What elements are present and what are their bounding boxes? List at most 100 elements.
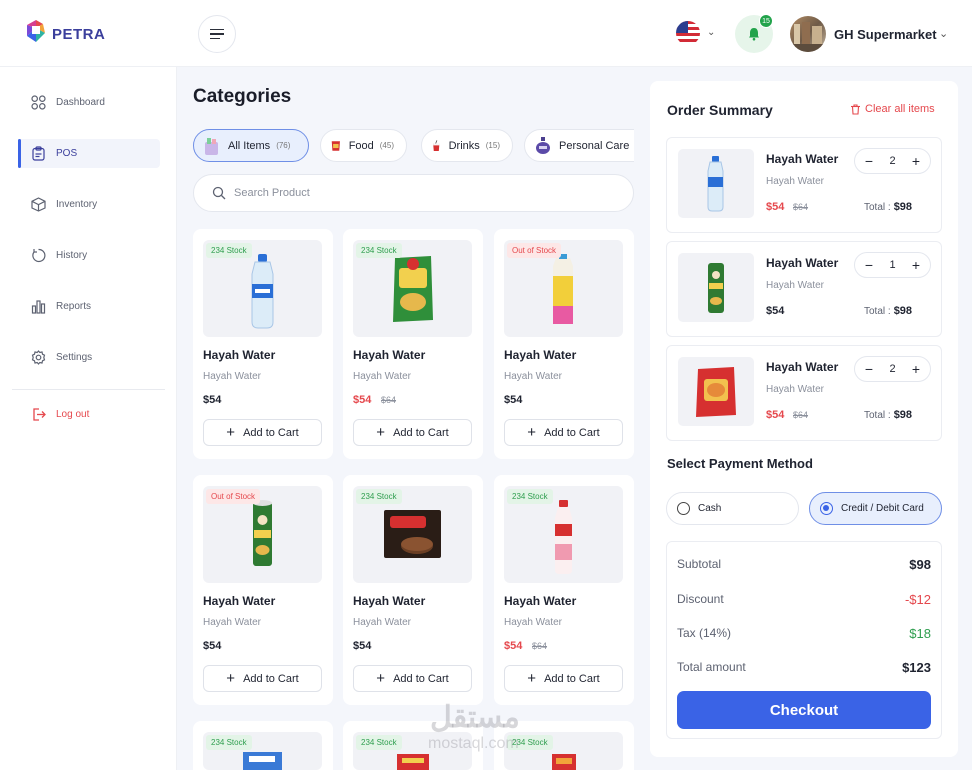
stock-badge: 234 Stock: [206, 735, 252, 750]
plus-icon: +: [226, 670, 236, 687]
order-item-total: Total : $98: [864, 305, 913, 317]
logout-icon: [30, 407, 46, 423]
product-image: 234 Stock: [353, 240, 472, 337]
sidebar-item-history[interactable]: History: [18, 241, 160, 270]
order-summary-panel: Order Summary Clear all items Hayah Wate…: [650, 81, 958, 757]
watermark-arabic: مستقل: [430, 701, 520, 734]
bar-chart-icon: [30, 299, 46, 315]
add-to-cart-button[interactable]: + Add to Cart: [504, 665, 623, 692]
petra-logo-icon: [27, 20, 45, 42]
chevron-down-icon[interactable]: ⌄: [707, 27, 715, 38]
stock-badge: 234 Stock: [356, 735, 402, 750]
product-subtitle: Hayah Water: [203, 617, 261, 628]
product-card: 234 Stock Hayah Water Hayah Water $54 $6…: [343, 229, 483, 459]
sidebar-item-label: POS: [56, 148, 78, 159]
payment-option-cash[interactable]: Cash: [666, 492, 799, 525]
discount-row: Discount -$12: [677, 592, 931, 607]
product-card: 234 Stock: [193, 721, 333, 770]
decrement-button[interactable]: −: [863, 153, 875, 169]
chip-food[interactable]: Food (45): [320, 129, 407, 162]
stock-badge: 234 Stock: [356, 489, 402, 504]
plus-icon: +: [376, 424, 386, 441]
sidebar-divider: [12, 389, 165, 390]
order-item-price: $54: [766, 201, 785, 213]
order-item-old-price: $64: [793, 410, 809, 420]
product-card: 234 Stock Hayah Water Hayah Water $54 + A…: [343, 475, 483, 705]
product-price: $54: [203, 640, 222, 652]
subtotal-row: Subtotal $98: [677, 557, 931, 572]
product-subtitle: Hayah Water: [353, 617, 411, 628]
product-card: 234 Stock Hayah Water Hayah Water $54 + A…: [193, 229, 333, 459]
stock-badge: 234 Stock: [507, 489, 553, 504]
trash-icon: [851, 103, 860, 115]
product-card: Out of Stock Hayah Water Hayah Water $54…: [494, 229, 634, 459]
radio-selected-icon[interactable]: [820, 502, 833, 515]
increment-button[interactable]: +: [910, 257, 922, 273]
product-name: Hayah Water: [353, 594, 426, 608]
store-name[interactable]: GH Supermarket: [834, 27, 937, 42]
product-price: $54: [504, 394, 523, 406]
sidebar-item-inventory[interactable]: Inventory: [18, 190, 160, 219]
increment-button[interactable]: +: [910, 361, 922, 377]
water-bottle-image: [707, 156, 724, 212]
product-subtitle: Hayah Water: [504, 617, 562, 628]
top-bar: PETRA ⌄ 15 GH Supermarket ⌄: [0, 0, 972, 67]
category-chips: All Items (76) Food (45) Drinks (15) Per…: [193, 129, 634, 162]
quantity-value: 2: [889, 155, 896, 167]
brand-logo[interactable]: PETRA: [24, 16, 105, 52]
store-avatar[interactable]: [790, 16, 826, 52]
add-to-cart-button[interactable]: + Add to Cart: [504, 419, 623, 446]
increment-button[interactable]: +: [910, 153, 922, 169]
product-image: 234 Stock: [203, 240, 322, 337]
clear-all-button[interactable]: Clear all items: [850, 103, 935, 115]
sidebar-item-pos[interactable]: POS: [18, 139, 160, 168]
chip-personal-care[interactable]: Personal Care: [524, 129, 634, 162]
order-item-total: Total : $98: [864, 201, 913, 213]
sidebar-item-reports[interactable]: Reports: [18, 292, 160, 321]
decrement-button[interactable]: −: [863, 257, 875, 273]
chips-bag-image: [696, 367, 736, 417]
logout-button[interactable]: Log out: [18, 400, 160, 429]
chip-all-items[interactable]: All Items (76): [193, 129, 309, 162]
order-totals: Subtotal $98 Discount -$12 Tax (14%) $18 To…: [666, 541, 942, 739]
pringles-can-image: [708, 263, 724, 313]
notifications-button[interactable]: 15: [735, 14, 773, 53]
order-summary-title: Order Summary: [667, 102, 773, 118]
radio-icon[interactable]: [677, 502, 690, 515]
checkout-button[interactable]: Checkout: [677, 691, 931, 729]
bell-icon: [749, 28, 759, 41]
menu-toggle-button[interactable]: [198, 15, 236, 53]
sidebar-item-dashboard[interactable]: Dashboard: [18, 88, 160, 117]
chips-bag-icon: [331, 140, 340, 151]
chip-drinks[interactable]: Drinks (15): [421, 129, 513, 162]
sidebar-item-label: Reports: [56, 301, 92, 312]
product-image: 234 Stock: [504, 732, 623, 770]
product-name: Hayah Water: [504, 594, 577, 608]
order-item-subtitle: Hayah Water: [766, 176, 824, 187]
search-input[interactable]: [234, 187, 614, 199]
store-chevron-down-icon[interactable]: ⌄: [939, 27, 948, 40]
product-card: 234 Stock Hayah Water Hayah Water $54 $6…: [494, 475, 634, 705]
quantity-stepper: − 2 +: [854, 148, 931, 174]
total-amount-row: Total amount $123: [677, 660, 931, 675]
sidebar-item-label: Inventory: [56, 199, 98, 210]
sidebar: Dashboard POS Inventory History Reports …: [0, 67, 177, 770]
add-to-cart-button[interactable]: + Add to Cart: [353, 665, 472, 692]
decrement-button[interactable]: −: [863, 361, 875, 377]
payment-option-card[interactable]: Credit / Debit Card: [809, 492, 942, 525]
quantity-value: 1: [889, 259, 896, 271]
plus-icon: +: [527, 670, 537, 687]
product-image: 234 Stock: [203, 732, 322, 770]
order-item: Hayah Water Hayah Water $54 $64 Total : $…: [666, 345, 942, 441]
add-to-cart-button[interactable]: + Add to Cart: [203, 419, 322, 446]
us-flag-icon[interactable]: [676, 21, 700, 45]
search-icon: [212, 186, 226, 200]
sidebar-item-label: Dashboard: [56, 97, 105, 108]
tax-row: Tax (14%) $18: [677, 626, 931, 641]
logo-text: PETRA: [52, 25, 106, 43]
product-old-price: $64: [381, 395, 397, 405]
watermark-latin: mostaql.com: [428, 735, 519, 752]
add-to-cart-button[interactable]: + Add to Cart: [353, 419, 472, 446]
sidebar-item-settings[interactable]: Settings: [18, 343, 160, 372]
add-to-cart-button[interactable]: + Add to Cart: [203, 665, 322, 692]
